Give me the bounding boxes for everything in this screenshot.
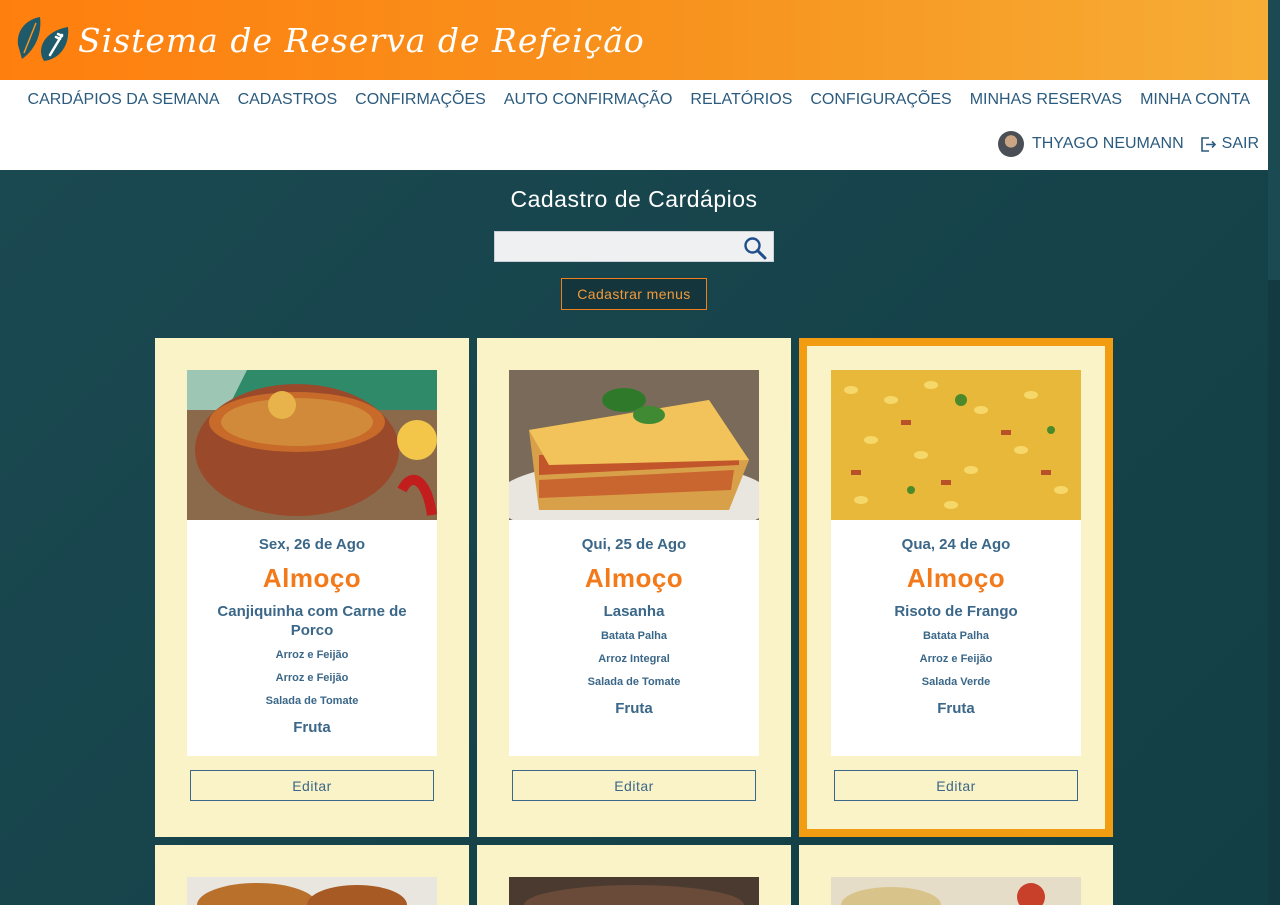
meal-type: Almoço	[584, 563, 684, 593]
side-dish: Batata Palha	[600, 630, 668, 642]
menu-photo	[509, 370, 759, 520]
nav-item-confirmacoes[interactable]: CONFIRMAÇÕES	[346, 90, 495, 109]
dessert: Fruta	[615, 700, 653, 717]
menu-date: Qui, 25 de Ago	[581, 536, 687, 553]
user-profile-link[interactable]: THYAGO NEUMANN	[997, 131, 1184, 157]
menu-card-content: Sex, 26 de Ago Almoço Canjiquinha com Ca…	[187, 370, 437, 756]
nav-item-minhas-reservas[interactable]: MINHAS RESERVAS	[961, 90, 1131, 109]
main-dish: Risoto de Frango	[894, 603, 1018, 620]
menu-card-selected: Qua, 24 de Ago Almoço Risoto de Frango B…	[799, 338, 1113, 837]
logout-icon	[1200, 136, 1216, 152]
side-dish: Batata Palha	[922, 630, 990, 642]
nav-menu: CARDÁPIOS DA SEMANA CADASTROS CONFIRMAÇÕ…	[19, 90, 1259, 109]
meal-type: Almoço	[906, 563, 1006, 593]
meal-type: Almoço	[262, 563, 362, 593]
scrollbar-thumb[interactable]	[1268, 0, 1280, 280]
side-dish: Salada Verde	[921, 676, 991, 688]
menu-card-content: Qui, 25 de Ago Almoço Lasanha Batata Pal…	[509, 370, 759, 756]
menu-photo	[187, 877, 437, 905]
dessert: Fruta	[937, 700, 975, 717]
main-nav: CARDÁPIOS DA SEMANA CADASTROS CONFIRMAÇÕ…	[0, 80, 1268, 170]
side-dish: Salada de Tomate	[587, 676, 681, 688]
nav-item-minha-conta[interactable]: MINHA CONTA	[1131, 90, 1259, 109]
side-dish: Arroz e Feijão	[919, 653, 993, 665]
nav-item-cardapios-semana[interactable]: CARDÁPIOS DA SEMANA	[19, 90, 229, 109]
page-title: Cadastro de Cardápios	[510, 186, 758, 212]
side-dish: Arroz e Feijão	[275, 672, 349, 684]
search-input[interactable]	[495, 232, 735, 261]
main-dish: Canjiquinha com Carne de Porco	[217, 603, 407, 639]
user-name: THYAGO NEUMANN	[1031, 135, 1184, 152]
add-menus-button[interactable]: Cadastrar menus	[561, 278, 707, 310]
dessert: Fruta	[293, 719, 331, 736]
search-box	[494, 231, 774, 262]
search-icon[interactable]	[743, 236, 767, 260]
menu-card-content: Qua, 24 de Ago Almoço Risoto de Frango B…	[831, 370, 1081, 756]
nav-item-relatorios[interactable]: RELATÓRIOS	[681, 90, 801, 109]
menu-card	[477, 845, 791, 905]
scrollbar-track[interactable]	[1268, 280, 1280, 905]
nav-item-auto-confirmacao[interactable]: AUTO CONFIRMAÇÃO	[495, 90, 682, 109]
app-header: Sistema de Reserva de Refeição	[0, 0, 1268, 80]
leaf-fork-logo-icon	[17, 17, 69, 61]
edit-button[interactable]: Editar	[512, 770, 756, 801]
logout-label: SAIR	[1221, 135, 1259, 152]
side-dish: Arroz Integral	[598, 653, 670, 665]
menu-card	[799, 845, 1113, 905]
side-dish: Salada de Tomate	[265, 695, 359, 707]
menu-photo	[509, 877, 759, 905]
avatar	[997, 131, 1024, 157]
app-title: Sistema de Reserva de Refeição	[78, 20, 645, 60]
menu-card: Qui, 25 de Ago Almoço Lasanha Batata Pal…	[477, 338, 791, 837]
logout-link[interactable]: SAIR	[1200, 135, 1259, 153]
menu-date: Sex, 26 de Ago	[258, 536, 366, 553]
nav-item-configuracoes[interactable]: CONFIGURAÇÕES	[801, 90, 960, 109]
user-bar: THYAGO NEUMANN SAIR	[997, 131, 1259, 157]
menu-photo	[831, 877, 1081, 905]
menu-card: Sex, 26 de Ago Almoço Canjiquinha com Ca…	[155, 338, 469, 837]
edit-button[interactable]: Editar	[834, 770, 1078, 801]
side-dish: Arroz e Feijão	[275, 649, 349, 661]
menu-date: Qua, 24 de Ago	[901, 536, 1011, 553]
menu-photo	[187, 370, 437, 520]
nav-item-cadastros[interactable]: CADASTROS	[229, 90, 347, 109]
menu-card	[155, 845, 469, 905]
menu-photo	[831, 370, 1081, 520]
main-dish: Lasanha	[603, 603, 665, 620]
edit-button[interactable]: Editar	[190, 770, 434, 801]
